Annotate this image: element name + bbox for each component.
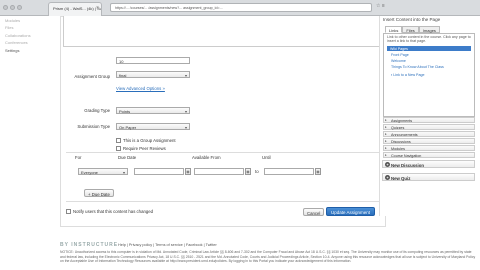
address-bar[interactable]: https://... /courses/... /assignments/ne… (110, 3, 372, 12)
course-nav: Modules Files Collaborations Conferences… (0, 16, 50, 64)
sidebar-tabs: Links Files Images (385, 26, 440, 33)
peer-review-label: Require Peer Reviews (123, 146, 166, 151)
col-until-header: Until (262, 155, 271, 160)
calendar-icon[interactable]: ▦ (185, 168, 191, 175)
section-course-navigation[interactable]: ▸ Course Navigation (383, 152, 475, 158)
description-editor[interactable] (63, 16, 385, 47)
plus-icon: + (385, 175, 390, 180)
expand-icon: ▸ (385, 146, 387, 150)
page-footer: BY INSTRUCTURE Help | Privacy policy | T… (60, 236, 480, 270)
calendar-icon[interactable]: ▦ (315, 168, 321, 175)
legal-notice: NOTICE: Unauthorized access to this comp… (60, 250, 476, 264)
notify-checkbox[interactable] (66, 209, 71, 214)
group-label: Assignment Group (74, 74, 110, 79)
until-input[interactable] (264, 168, 314, 175)
plus-icon: + (88, 191, 91, 197)
nav-item-modules[interactable]: Modules (0, 16, 50, 24)
nav-item-conferences[interactable]: Conferences (0, 39, 50, 47)
assignment-group-select[interactable]: final ▾ (116, 71, 190, 78)
to-label: to (255, 169, 259, 174)
chevron-down-icon: ▾ (122, 170, 125, 175)
menu-icon[interactable]: ☆ ≡ (376, 3, 385, 9)
points-input[interactable]: 10 (116, 57, 190, 64)
assign-to-select[interactable]: Everyone ▾ (78, 168, 128, 175)
section-announcements[interactable]: ▸ Announcements (383, 131, 475, 137)
available-from-input[interactable] (194, 168, 244, 175)
section-assignments[interactable]: ▸ Assignments (383, 117, 475, 123)
wiki-page-item[interactable]: Welcome (391, 59, 406, 63)
add-due-date-button[interactable]: + Due Date (84, 189, 114, 197)
divider (66, 152, 380, 153)
wiki-page-item[interactable]: Things To Know About The Class (391, 65, 444, 69)
new-quiz-button[interactable]: + New Quiz (382, 173, 475, 181)
grading-type-select[interactable]: Points ▾ (116, 107, 190, 114)
nav-item-settings[interactable]: Settings (0, 46, 50, 54)
expand-icon: ▸ (385, 139, 387, 143)
chevron-down-icon: ▾ (184, 73, 187, 78)
group-assignment-label: This is a Group Assignment (123, 138, 176, 143)
plus-icon: + (385, 162, 390, 167)
expand-icon: ▸ (385, 132, 387, 136)
expand-icon: ▸ (385, 125, 387, 129)
submission-type-label: Submission Type (77, 124, 110, 129)
notify-label: Notify users that this content has chang… (73, 209, 154, 214)
chevron-down-icon: ▾ (184, 109, 187, 114)
section-quizzes[interactable]: ▸ Quizzes (383, 124, 475, 130)
window-controls[interactable] (3, 5, 22, 10)
submission-type-select[interactable]: On Paper ▾ (116, 123, 190, 130)
col-due-header: Due Date (118, 155, 137, 160)
advanced-options-link[interactable]: View Advanced Options » (116, 86, 165, 91)
browser-tab[interactable]: Prism (4) - WatS... (4k) | Sus... (48, 2, 102, 16)
nav-item-files[interactable]: Files (0, 24, 50, 32)
wiki-pages-header[interactable]: Wiki Pages (387, 46, 471, 51)
expand-icon: ▸ (385, 118, 387, 122)
sidebar-title: Insert Content into the Page (383, 17, 441, 22)
close-icon[interactable]: × (96, 5, 99, 11)
peer-review-checkbox[interactable] (116, 146, 121, 151)
browser-toolbar: Prism (4) - WatS... (4k) | Sus... × http… (0, 0, 480, 16)
grading-type-label: Grading Type (84, 108, 110, 113)
tab-files[interactable]: Files (402, 26, 419, 33)
group-assignment-checkbox[interactable] (116, 138, 121, 143)
links-description: Link to other content in the course. Cli… (387, 35, 471, 44)
wiki-page-item[interactable]: Front Page (391, 53, 409, 57)
new-discussion-button[interactable]: + New Discussion (382, 160, 475, 168)
expand-icon: ▸ (385, 153, 387, 157)
section-discussions[interactable]: ▸ Discussions (383, 138, 475, 144)
due-date-input[interactable] (134, 168, 184, 175)
section-modules[interactable]: ▸ Modules (383, 145, 475, 151)
instructure-logo: BY INSTRUCTURE (60, 242, 119, 248)
cancel-button[interactable]: Cancel (303, 208, 325, 216)
col-available-header: Available From (192, 155, 221, 160)
calendar-icon[interactable]: ▦ (245, 168, 251, 175)
update-assignment-button[interactable]: Update Assignment (326, 207, 376, 216)
chevron-down-icon: ▾ (184, 125, 187, 130)
new-page-link[interactable]: ▪ Link to a New Page (391, 73, 424, 77)
nav-item-collaborations[interactable]: Collaborations (0, 31, 50, 39)
col-for-header: For (75, 155, 82, 160)
divider (66, 201, 380, 202)
tab-images[interactable]: Images (418, 26, 440, 33)
footer-links[interactable]: Help | Privacy policy | Terms of service… (118, 243, 217, 247)
tab-links[interactable]: Links (385, 26, 403, 33)
